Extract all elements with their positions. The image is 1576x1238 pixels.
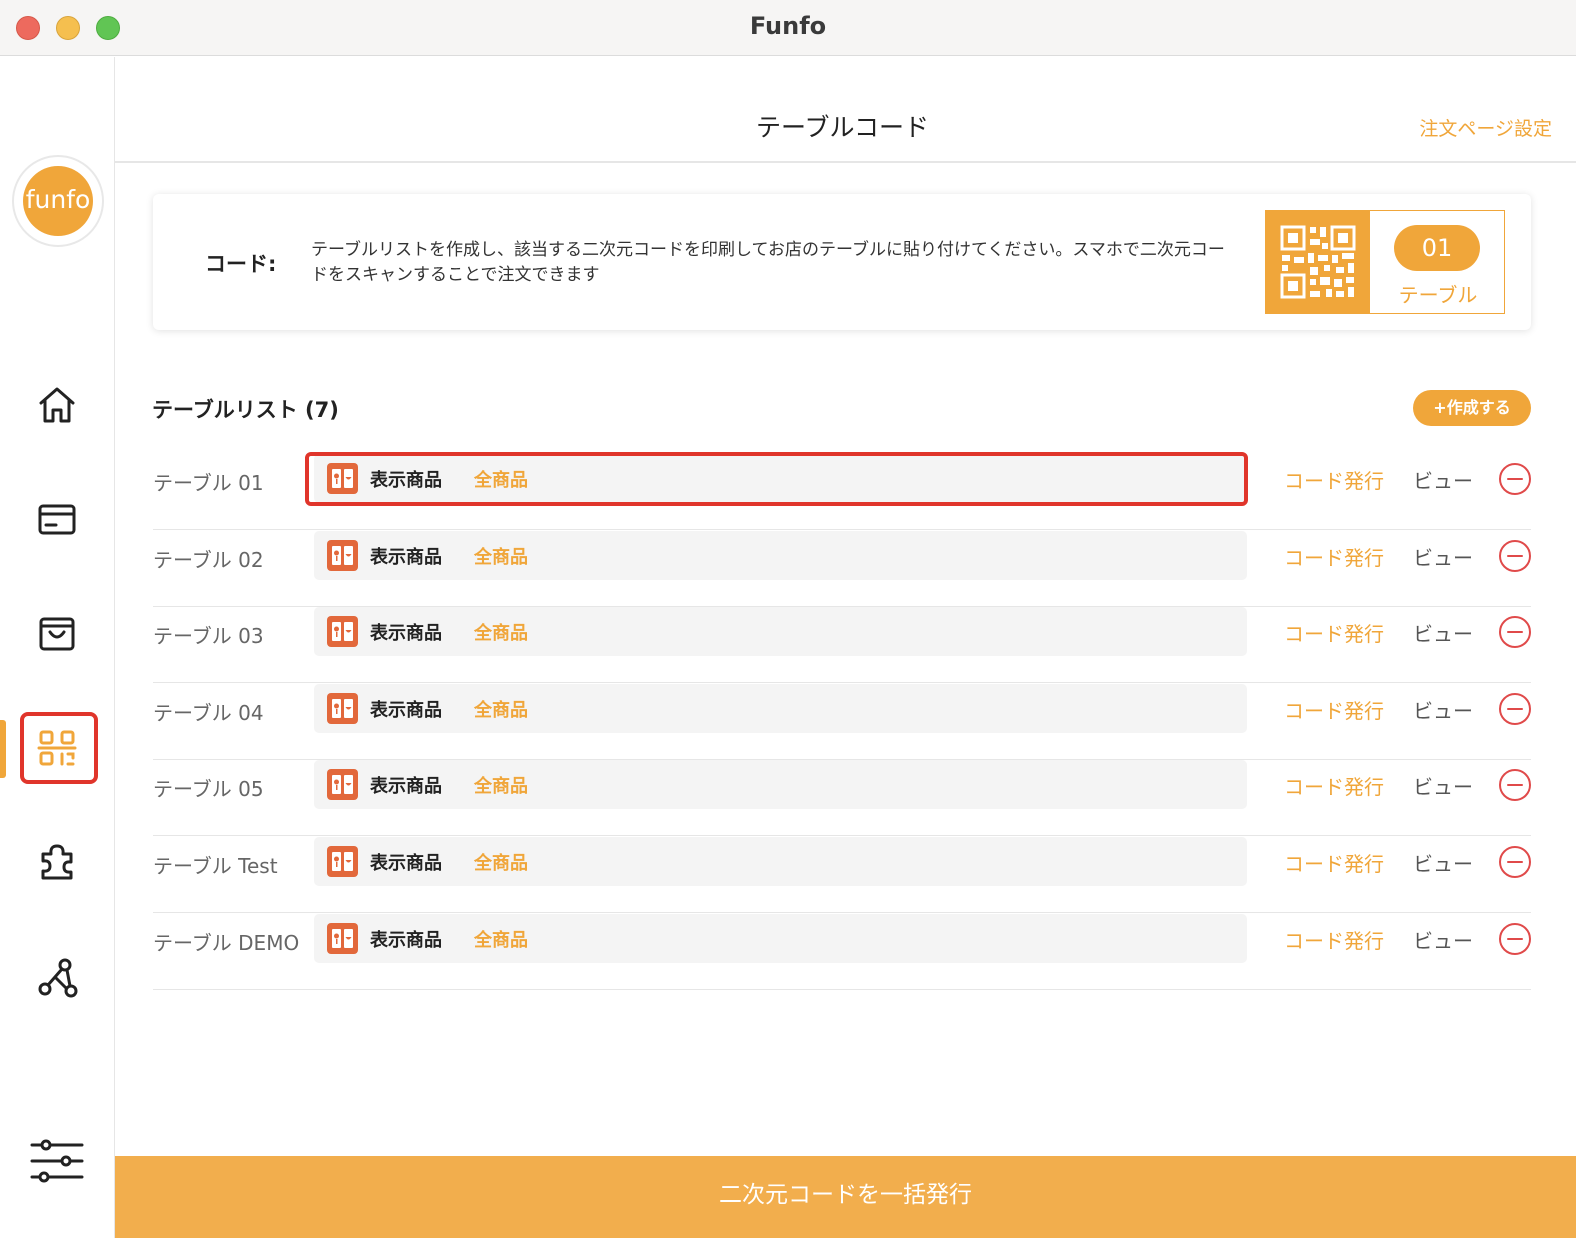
table-name: テーブル 03 — [153, 624, 264, 649]
display-products-value: 全商品 — [474, 546, 528, 568]
display-products-label: 表示商品 — [370, 699, 442, 721]
sliders-icon[interactable] — [30, 1137, 84, 1185]
issue-code-link[interactable]: コード発行 — [1284, 695, 1384, 724]
table-list-title: テーブルリスト (7) — [152, 398, 339, 422]
menu-icon — [327, 692, 358, 724]
table-name: テーブル 01 — [153, 471, 264, 495]
table-name: テーブル 02 — [153, 547, 264, 572]
delete-row-icon[interactable] — [1498, 539, 1532, 573]
table-row: テーブル 03 表示商品 全商品 コード発行 ビュー — [153, 606, 1532, 684]
logo-text: funfo — [23, 166, 93, 236]
sidebar: funfo — [0, 57, 115, 1238]
display-products-field[interactable]: 表示商品 全商品 — [314, 913, 1247, 963]
display-products-label: 表示商品 — [370, 546, 442, 568]
delete-row-icon[interactable] — [1498, 462, 1532, 496]
display-products-label: 表示商品 — [370, 929, 442, 951]
view-link[interactable]: ビュー — [1413, 848, 1473, 877]
display-products-field[interactable]: 表示商品 全商品 — [314, 760, 1247, 810]
card-icon[interactable] — [33, 495, 81, 543]
table-row: テーブル 04 表示商品 全商品 コード発行 ビュー — [153, 683, 1531, 760]
qr-table-caption: テーブル — [1398, 283, 1478, 307]
funfo-logo[interactable]: funfo — [12, 155, 104, 247]
display-products-field[interactable]: 表示商品 全商品 — [314, 530, 1247, 580]
table-name: テーブル 04 — [153, 700, 264, 725]
table-name: テーブル 05 — [153, 777, 264, 802]
view-link[interactable]: ビュー — [1413, 465, 1473, 494]
display-products-value: 全商品 — [474, 853, 528, 874]
issue-code-link[interactable]: コード発行 — [1284, 771, 1384, 800]
create-table-button[interactable]: +作成する — [1413, 390, 1531, 426]
code-label: コード: — [205, 252, 277, 276]
view-link[interactable]: ビュー — [1413, 771, 1473, 800]
display-products-value: 全商品 — [474, 929, 528, 951]
display-products-field[interactable]: 表示商品 全商品 — [314, 837, 1247, 886]
issue-code-link[interactable]: コード発行 — [1284, 465, 1384, 494]
issue-code-link[interactable]: コード発行 — [1284, 925, 1384, 954]
display-products-field[interactable]: 表示商品 全商品 — [314, 683, 1247, 733]
display-products-label: 表示商品 — [370, 623, 442, 645]
nav-annotation-highlight — [20, 712, 98, 784]
table-row: テーブル Test 表示商品 全商品 コード発行 ビュー — [153, 836, 1531, 913]
puzzle-icon[interactable] — [33, 838, 81, 886]
view-link[interactable]: ビュー — [1413, 695, 1473, 724]
delete-row-icon[interactable] — [1498, 845, 1532, 879]
code-info-card: コード: テーブルリストを作成し、該当する二次元コードを印刷してお店のテーブルに… — [153, 194, 1531, 330]
menu-icon — [327, 539, 358, 571]
display-products-label: 表示商品 — [370, 853, 442, 874]
display-products-label: 表示商品 — [370, 776, 442, 798]
table-name: テーブル DEMO — [153, 930, 300, 955]
view-link[interactable]: ビュー — [1413, 542, 1473, 571]
title-bar: Funfo — [0, 0, 1576, 56]
qr-preview: 01 テーブル — [1265, 210, 1505, 314]
window-title: Funfo — [749, 12, 827, 40]
issue-code-link[interactable]: コード発行 — [1284, 848, 1384, 877]
row-annotation-highlight — [305, 452, 1248, 506]
delete-row-icon[interactable] — [1498, 692, 1532, 726]
view-link[interactable]: ビュー — [1413, 618, 1473, 647]
delete-row-icon[interactable] — [1498, 768, 1532, 802]
shopping-bag-icon[interactable] — [33, 609, 81, 657]
issue-code-link[interactable]: コード発行 — [1284, 542, 1384, 571]
menu-icon — [327, 616, 358, 648]
delete-row-icon[interactable] — [1498, 615, 1532, 649]
table-row: テーブル DEMO 表示商品 全商品 コード発行 ビュー — [153, 913, 1531, 990]
delete-row-icon[interactable] — [1498, 922, 1532, 956]
display-products-field[interactable]: 表示商品 全商品 — [314, 607, 1247, 657]
view-link[interactable]: ビュー — [1413, 925, 1473, 954]
order-page-settings-link[interactable]: 注文ページ設定 — [1419, 114, 1552, 141]
share-nodes-icon[interactable] — [33, 953, 81, 1001]
table-row: テーブル 02 表示商品 全商品 コード発行 ビュー — [153, 530, 1531, 607]
active-nav-indicator — [0, 720, 6, 778]
table-name: テーブル Test — [153, 854, 278, 878]
qr-code-icon — [1280, 225, 1356, 299]
qr-table-number: 01 — [1394, 225, 1480, 271]
qr-preview-code — [1266, 211, 1370, 313]
display-products-value: 全商品 — [474, 776, 528, 798]
display-products-value: 全商品 — [474, 623, 528, 645]
bulk-issue-button[interactable]: 二次元コードを一括発行 — [115, 1156, 1576, 1238]
menu-icon — [327, 922, 358, 954]
code-description: テーブルリストを作成し、該当する二次元コードを印刷してお店のテーブルに貼り付けて… — [311, 240, 1225, 285]
table-row: テーブル 05 表示商品 全商品 コード発行 ビュー — [153, 759, 1532, 837]
page-title: テーブルコード — [755, 113, 929, 142]
header-divider — [115, 161, 1576, 163]
menu-icon — [327, 846, 358, 877]
display-products-value: 全商品 — [474, 699, 528, 721]
menu-icon — [327, 769, 358, 801]
home-icon[interactable] — [33, 381, 81, 429]
issue-code-link[interactable]: コード発行 — [1284, 618, 1384, 647]
